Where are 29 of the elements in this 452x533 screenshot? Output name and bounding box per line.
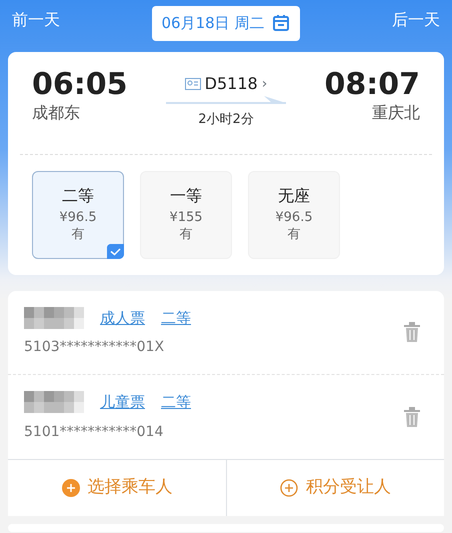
departure-time: 06:05	[32, 68, 128, 101]
arrival-time: 08:07	[324, 68, 420, 101]
seat-availability: 有	[72, 226, 84, 243]
seat-class-link[interactable]: 二等	[161, 306, 191, 329]
seat-class-option[interactable]: 二等 ¥96.5 有	[32, 170, 124, 258]
travel-duration: 2小时2分	[198, 111, 254, 129]
ticket-type-link[interactable]: 儿童票	[100, 391, 145, 414]
date-picker[interactable]: 06月18日 周二	[152, 6, 300, 40]
seat-class-link[interactable]: 二等	[161, 391, 191, 414]
departure-station: 成都东	[32, 102, 81, 124]
seat-class-name: 一等	[170, 186, 202, 206]
previous-day-link[interactable]: 前一天	[12, 8, 60, 32]
next-day-link[interactable]: 后一天	[392, 8, 440, 32]
train-number-link[interactable]: D5118 ›	[184, 72, 268, 96]
ticket-type-link[interactable]: 成人票	[100, 306, 145, 329]
seat-price: ¥96.5	[59, 210, 97, 226]
seat-price: ¥96.5	[275, 210, 313, 226]
id-number: 5103***********01X	[24, 338, 166, 357]
seat-price: ¥155	[169, 210, 203, 226]
seat-class-name: 无座	[278, 186, 310, 206]
id-number: 5101***********014	[24, 422, 164, 442]
seat-class-option[interactable]: 一等 ¥155 有	[140, 170, 232, 258]
date-text: 06月18日 周二	[162, 13, 264, 34]
seat-availability: 有	[180, 226, 192, 243]
seat-availability: 有	[288, 226, 300, 243]
arrival-station: 重庆北	[372, 102, 420, 124]
action-button[interactable]: 积分受让人	[226, 460, 444, 516]
seat-class-name: 二等	[62, 186, 94, 206]
seat-class-option[interactable]: 无座 ¥96.5 有	[248, 170, 340, 258]
